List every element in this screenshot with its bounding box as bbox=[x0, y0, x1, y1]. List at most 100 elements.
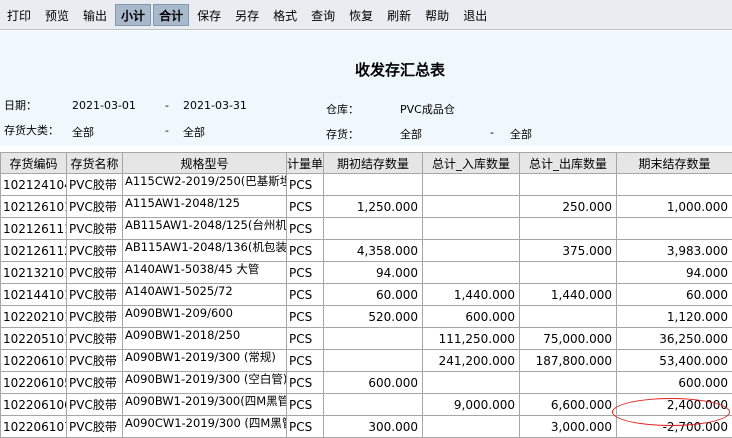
inbound-qty-cell[interactable]: 9,000.000 bbox=[423, 394, 520, 416]
column-header[interactable]: 总计_出库数量 bbox=[520, 153, 617, 174]
item-code-cell[interactable]: 102124104 bbox=[1, 174, 67, 196]
format-button[interactable]: 格式 bbox=[267, 4, 303, 26]
table-row[interactable]: 102206105PVC胶带A090BW1-2019/300 (空白管)PCS6… bbox=[1, 372, 732, 394]
outbound-qty-cell[interactable] bbox=[520, 262, 617, 284]
unit-cell[interactable]: PCS bbox=[287, 328, 324, 350]
inbound-qty-cell[interactable]: 600.000 bbox=[423, 306, 520, 328]
closing-qty-cell[interactable] bbox=[617, 174, 732, 196]
opening-qty-cell[interactable]: 4,358.000 bbox=[324, 240, 423, 262]
column-header[interactable]: 规格型号 bbox=[123, 153, 287, 174]
spec-cell[interactable]: A090BW1-209/600 bbox=[123, 306, 287, 328]
unit-cell[interactable]: PCS bbox=[287, 394, 324, 416]
item-name-cell[interactable]: PVC胶带 bbox=[67, 196, 123, 218]
spec-cell[interactable]: A090BW1-2019/300 (空白管) bbox=[123, 372, 287, 394]
inbound-qty-cell[interactable] bbox=[423, 240, 520, 262]
item-name-cell[interactable]: PVC胶带 bbox=[67, 306, 123, 328]
item-code-cell[interactable]: 102144101 bbox=[1, 284, 67, 306]
query-button[interactable]: 查询 bbox=[305, 4, 341, 26]
closing-qty-cell[interactable]: -2,700.000 bbox=[617, 416, 732, 438]
outbound-qty-cell[interactable]: 75,000.000 bbox=[520, 328, 617, 350]
spec-cell[interactable]: A090BW1-2019/300(四M黑管) bbox=[123, 394, 287, 416]
column-header[interactable]: 存货编码 bbox=[1, 153, 67, 174]
spec-cell[interactable]: AB115AW1-2048/125(台州机包) bbox=[123, 218, 287, 240]
item-code-cell[interactable]: 102206106 bbox=[1, 394, 67, 416]
spec-cell[interactable]: A140AW1-5025/72 bbox=[123, 284, 287, 306]
table-row[interactable]: 102206101PVC胶带A090BW1-2019/300 (常规)PCS 24… bbox=[1, 350, 732, 372]
item-name-cell[interactable]: PVC胶带 bbox=[67, 174, 123, 196]
spec-cell[interactable]: A090BW1-2018/250 bbox=[123, 328, 287, 350]
table-row[interactable]: 102126111PVC胶带AB115AW1-2048/125(台州机包)PCS bbox=[1, 218, 732, 240]
table-row[interactable]: 102205101PVC胶带A090BW1-2018/250PCS111,250… bbox=[1, 328, 732, 350]
inbound-qty-cell[interactable] bbox=[423, 416, 520, 438]
outbound-qty-cell[interactable] bbox=[520, 174, 617, 196]
column-header[interactable]: 总计_入库数量 bbox=[423, 153, 520, 174]
unit-cell[interactable]: PCS bbox=[287, 284, 324, 306]
unit-cell[interactable]: PCS bbox=[287, 350, 324, 372]
unit-cell[interactable]: PCS bbox=[287, 416, 324, 438]
table-row[interactable]: 102126112PVC胶带AB115AW1-2048/136(机包装)PCS4… bbox=[1, 240, 732, 262]
inbound-qty-cell[interactable] bbox=[423, 218, 520, 240]
table-row[interactable]: 102144101PVC胶带A140AW1-5025/72PCS60.0001,… bbox=[1, 284, 732, 306]
closing-qty-cell[interactable]: 1,120.000 bbox=[617, 306, 732, 328]
opening-qty-cell[interactable] bbox=[324, 394, 423, 416]
save-as-button[interactable]: 另存 bbox=[229, 4, 265, 26]
item-name-cell[interactable]: PVC胶带 bbox=[67, 394, 123, 416]
unit-cell[interactable]: PCS bbox=[287, 262, 324, 284]
opening-qty-cell[interactable] bbox=[324, 328, 423, 350]
column-header[interactable]: 期初结存数量 bbox=[324, 153, 423, 174]
spec-cell[interactable]: A115CW2-2019/250(巴基斯坦) bbox=[123, 174, 287, 196]
spec-cell[interactable]: A090CW1-2019/300 (四M黑管) bbox=[123, 416, 287, 438]
help-button[interactable]: 帮助 bbox=[419, 4, 455, 26]
unit-cell[interactable]: PCS bbox=[287, 196, 324, 218]
opening-qty-cell[interactable]: 1,250.000 bbox=[324, 196, 423, 218]
outbound-qty-cell[interactable] bbox=[520, 306, 617, 328]
outbound-qty-cell[interactable]: 6,600.000 bbox=[520, 394, 617, 416]
spec-cell[interactable]: A090BW1-2019/300 (常规) bbox=[123, 350, 287, 372]
item-code-cell[interactable]: 102126111 bbox=[1, 218, 67, 240]
restore-button[interactable]: 恢复 bbox=[343, 4, 379, 26]
opening-qty-cell[interactable] bbox=[324, 174, 423, 196]
opening-qty-cell[interactable]: 94.000 bbox=[324, 262, 423, 284]
item-code-cell[interactable]: 102126101 bbox=[1, 196, 67, 218]
closing-qty-cell[interactable]: 94.000 bbox=[617, 262, 732, 284]
save-button[interactable]: 保存 bbox=[191, 4, 227, 26]
opening-qty-cell[interactable]: 600.000 bbox=[324, 372, 423, 394]
item-name-cell[interactable]: PVC胶带 bbox=[67, 350, 123, 372]
opening-qty-cell[interactable] bbox=[324, 350, 423, 372]
spec-cell[interactable]: AB115AW1-2048/136(机包装) bbox=[123, 240, 287, 262]
spec-cell[interactable]: A140AW1-5038/45 大管 bbox=[123, 262, 287, 284]
item-code-cell[interactable]: 102206105 bbox=[1, 372, 67, 394]
item-name-cell[interactable]: PVC胶带 bbox=[67, 328, 123, 350]
item-code-cell[interactable]: 102206107 bbox=[1, 416, 67, 438]
closing-qty-cell[interactable] bbox=[617, 218, 732, 240]
column-header[interactable]: 存货名称 bbox=[67, 153, 123, 174]
item-name-cell[interactable]: PVC胶带 bbox=[67, 262, 123, 284]
column-header[interactable]: 计量单位 bbox=[287, 153, 324, 174]
export-button[interactable]: 输出 bbox=[77, 4, 113, 26]
total-button[interactable]: 合计 bbox=[153, 4, 189, 26]
inbound-qty-cell[interactable] bbox=[423, 196, 520, 218]
column-header[interactable]: 期末结存数量 bbox=[617, 153, 732, 174]
exit-button[interactable]: 退出 bbox=[457, 4, 493, 26]
table-row[interactable]: 102126101PVC胶带A115AW1-2048/125PCS1,250.0… bbox=[1, 196, 732, 218]
table-row[interactable]: 102132101PVC胶带A140AW1-5038/45 大管PCS94.00… bbox=[1, 262, 732, 284]
unit-cell[interactable]: PCS bbox=[287, 218, 324, 240]
item-name-cell[interactable]: PVC胶带 bbox=[67, 284, 123, 306]
item-code-cell[interactable]: 102205101 bbox=[1, 328, 67, 350]
item-name-cell[interactable]: PVC胶带 bbox=[67, 372, 123, 394]
inbound-qty-cell[interactable]: 241,200.000 bbox=[423, 350, 520, 372]
item-code-cell[interactable]: 102206101 bbox=[1, 350, 67, 372]
outbound-qty-cell[interactable]: 375.000 bbox=[520, 240, 617, 262]
unit-cell[interactable]: PCS bbox=[287, 372, 324, 394]
table-row[interactable]: 102206106PVC胶带A090BW1-2019/300(四M黑管)PCS 9… bbox=[1, 394, 732, 416]
table-row[interactable]: 102202101PVC胶带A090BW1-209/600PCS520.0006… bbox=[1, 306, 732, 328]
outbound-qty-cell[interactable]: 250.000 bbox=[520, 196, 617, 218]
spec-cell[interactable]: A115AW1-2048/125 bbox=[123, 196, 287, 218]
opening-qty-cell[interactable]: 60.000 bbox=[324, 284, 423, 306]
item-name-cell[interactable]: PVC胶带 bbox=[67, 240, 123, 262]
closing-qty-cell[interactable]: 53,400.000 bbox=[617, 350, 732, 372]
closing-qty-cell[interactable]: 3,983.000 bbox=[617, 240, 732, 262]
closing-qty-cell[interactable]: 600.000 bbox=[617, 372, 732, 394]
refresh-button[interactable]: 刷新 bbox=[381, 4, 417, 26]
table-row[interactable]: 102124104PVC胶带A115CW2-2019/250(巴基斯坦)PCS bbox=[1, 174, 732, 196]
